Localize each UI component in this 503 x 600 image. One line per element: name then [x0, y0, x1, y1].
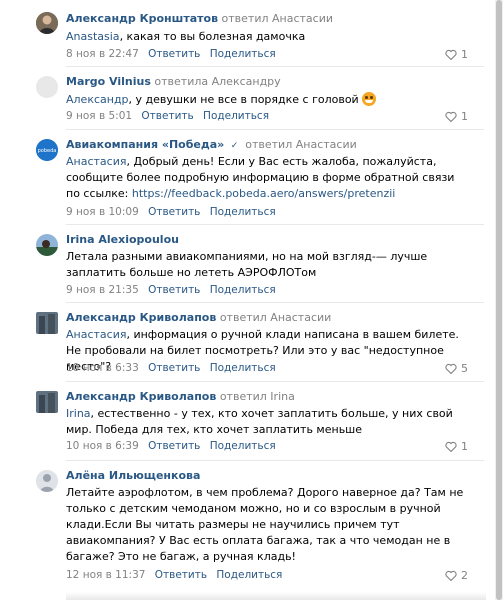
heart-icon: [445, 363, 457, 374]
comment-item: pobeda Авиакомпания «Победа» ✓ ответил А…: [0, 129, 492, 225]
scrollbar-thumb[interactable]: [496, 0, 502, 600]
comment-text: Irina, естественно - у тех, кто хочет за…: [66, 406, 461, 438]
share-button[interactable]: Поделиться: [210, 206, 276, 218]
like-count: 1: [461, 440, 468, 453]
like-button[interactable]: 2: [445, 569, 468, 582]
comment-header: Irina Alexiopoulou: [66, 233, 179, 247]
author-link[interactable]: Irina Alexiopoulou: [66, 233, 179, 246]
share-button[interactable]: Поделиться: [210, 48, 276, 60]
comment-text: Анастасия, Добрый день! Если у Вас есть …: [66, 154, 466, 202]
comment-meta: 12 ноя в 11:37 Ответить Поделиться: [66, 568, 282, 582]
scrollbar[interactable]: [495, 0, 503, 600]
comment-text: Александр, у девушки не все в порядке с …: [66, 92, 466, 108]
avatar[interactable]: pobeda: [36, 139, 58, 161]
comment-date[interactable]: 12 ноя в 11:37: [66, 569, 145, 581]
like-count: 2: [461, 569, 468, 582]
like-button[interactable]: 1: [445, 48, 468, 61]
replied-to[interactable]: ответил Анастасии: [245, 138, 356, 151]
author-link[interactable]: Margo Vilnius: [66, 75, 151, 88]
avatar[interactable]: [36, 470, 58, 492]
reply-button[interactable]: Ответить: [148, 48, 200, 60]
grinning-emoji-icon: [361, 92, 376, 106]
comment-body: Летала разными авиакомпаниями, но на мой…: [66, 250, 428, 279]
like-button[interactable]: 1: [445, 440, 468, 453]
comment-meta: 10 ноя в 6:39 Ответить Поделиться: [66, 439, 276, 453]
mention-link[interactable]: Александр: [66, 93, 129, 106]
feedback-link[interactable]: https://feedback.pobeda.aero/answers/pre…: [132, 187, 396, 200]
mention-link[interactable]: Anastasia: [66, 30, 120, 43]
comment-text: Летала разными авиакомпаниями, но на мой…: [66, 249, 466, 281]
heart-icon: [445, 441, 457, 452]
share-button[interactable]: Поделиться: [216, 569, 282, 581]
heart-icon: [445, 570, 457, 581]
replied-to[interactable]: ответил Irina: [220, 390, 295, 403]
share-button[interactable]: Поделиться: [210, 440, 276, 452]
avatar[interactable]: [36, 312, 58, 334]
like-count: 5: [461, 362, 468, 375]
comment-meta: 8 ноя в 22:47 Ответить Поделиться: [66, 47, 276, 61]
comment-header: Александр Криволапов ответил Irina: [66, 390, 295, 404]
avatar[interactable]: [36, 391, 58, 413]
like-button[interactable]: 1: [445, 110, 468, 123]
comment-date[interactable]: 10 ноя в 6:39: [66, 440, 139, 452]
avatar[interactable]: [36, 234, 58, 256]
comment-item: Александр Криволапов ответил Irina Irina…: [0, 381, 492, 461]
comment-date[interactable]: 9 ноя в 5:01: [66, 110, 132, 122]
comment-body: Летайте аэрофлотом, в чем проблема? Доро…: [66, 486, 464, 563]
reply-button[interactable]: Ответить: [148, 440, 200, 452]
reply-button[interactable]: Ответить: [148, 206, 200, 218]
mention-link[interactable]: Анастасия: [66, 328, 126, 341]
comment-header: Александр Криволапов ответил Анастасии: [66, 311, 331, 325]
comment-date[interactable]: 9 ноя в 10:09: [66, 206, 139, 218]
author-link[interactable]: Александр Кронштатов: [66, 12, 218, 25]
reply-box-edge: [66, 592, 486, 600]
comment-text: Летайте аэрофлотом, в чем проблема? Доро…: [66, 485, 468, 565]
comment-meta: 9 ноя в 21:35 Ответить Поделиться: [66, 283, 276, 297]
comment-header: Авиакомпания «Победа» ✓ ответил Анастаси…: [66, 138, 357, 152]
replied-to[interactable]: ответила Александру: [154, 75, 280, 88]
comment-date[interactable]: 9 ноя в 21:35: [66, 284, 139, 296]
comment-date[interactable]: 10 ноя в 6:33: [66, 362, 139, 374]
mention-link[interactable]: Irina: [66, 407, 91, 420]
comment-item: Александр Кронштатов ответил Анастасии A…: [0, 0, 492, 72]
author-link[interactable]: Алёна Ильющенкова: [66, 469, 200, 482]
replied-to[interactable]: ответил Анастасии: [220, 311, 331, 324]
comment-item: Александр Криволапов ответил Анастасии А…: [0, 302, 492, 384]
comment-item: Margo Vilnius ответила Александру Алекса…: [0, 66, 492, 130]
avatar-logo-text: pobeda: [38, 148, 57, 154]
reply-button[interactable]: Ответить: [148, 362, 200, 374]
comment-item: Irina Alexiopoulou Летала разными авиако…: [0, 224, 492, 303]
comment-meta: 9 ноя в 5:01 Ответить Поделиться: [66, 109, 269, 123]
author-link[interactable]: Александр Криволапов: [66, 390, 216, 403]
comment-body: , естественно - у тех, кто хочет заплати…: [66, 407, 453, 436]
comment-body: , у девушки не все в порядке с головой: [128, 93, 359, 106]
mention-link[interactable]: Анастасия: [66, 155, 126, 168]
share-button[interactable]: Поделиться: [210, 284, 276, 296]
reply-button[interactable]: Ответить: [155, 569, 207, 581]
avatar[interactable]: [36, 12, 58, 34]
heart-icon: [445, 49, 457, 60]
replied-to[interactable]: ответил Анастасии: [222, 12, 333, 25]
share-button[interactable]: Поделиться: [210, 362, 276, 374]
like-count: 1: [461, 110, 468, 123]
comment-header: Алёна Ильющенкова: [66, 469, 200, 483]
author-link[interactable]: Авиакомпания «Победа»: [66, 138, 224, 151]
comment-item: Алёна Ильющенкова Летайте аэрофлотом, в …: [0, 460, 492, 590]
like-count: 1: [461, 48, 468, 61]
reply-button[interactable]: Ответить: [148, 284, 200, 296]
comment-body: , какая то вы болезная дамочка: [119, 30, 306, 43]
comment-date[interactable]: 8 ноя в 22:47: [66, 48, 139, 60]
comment-meta: 10 ноя в 6:33 Ответить Поделиться: [66, 361, 276, 375]
comment-text: Anastasia, какая то вы болезная дамочка: [66, 29, 466, 45]
reply-button[interactable]: Ответить: [141, 110, 193, 122]
author-link[interactable]: Александр Криволапов: [66, 311, 216, 324]
verified-icon: ✓: [230, 141, 239, 151]
comment-header: Margo Vilnius ответила Александру: [66, 75, 281, 89]
heart-icon: [445, 111, 457, 122]
like-button[interactable]: 5: [445, 362, 468, 375]
comment-header: Александр Кронштатов ответил Анастасии: [66, 12, 333, 26]
comment-meta: 9 ноя в 10:09 Ответить Поделиться: [66, 205, 276, 219]
avatar[interactable]: [36, 76, 58, 98]
share-button[interactable]: Поделиться: [203, 110, 269, 122]
